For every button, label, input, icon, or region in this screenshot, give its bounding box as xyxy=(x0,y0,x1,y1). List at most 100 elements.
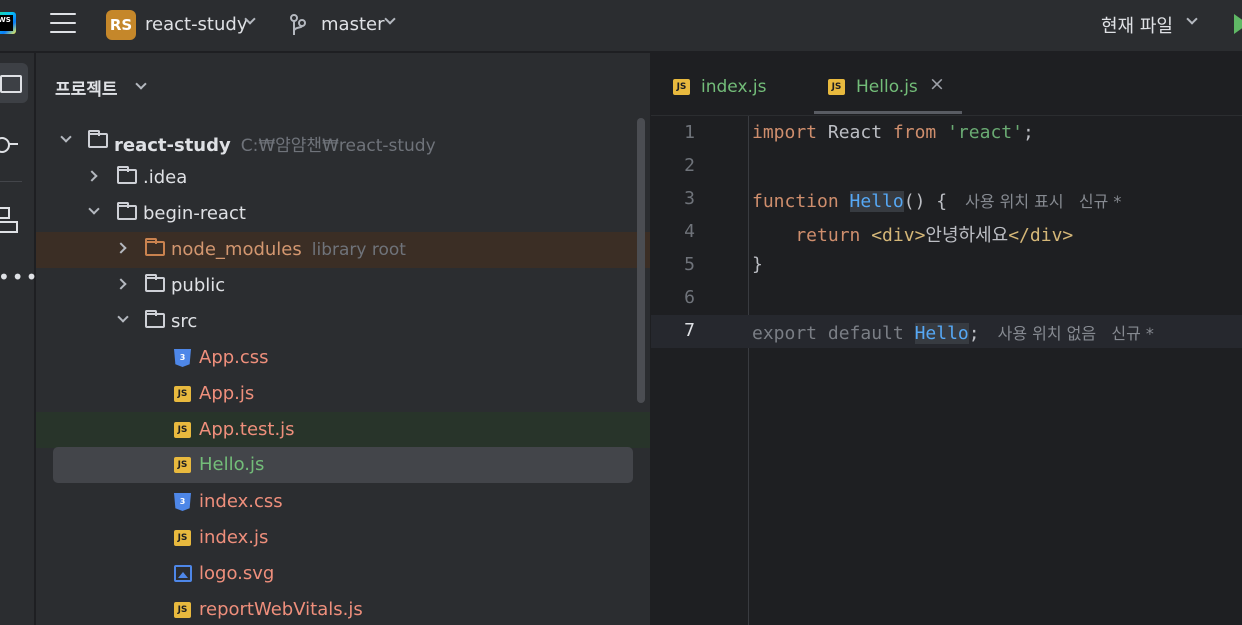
code-line[interactable]: 5 } xyxy=(651,249,1242,282)
code-token: import xyxy=(752,122,818,143)
line-number: 3 xyxy=(684,188,695,209)
structure-tool-icon[interactable] xyxy=(0,203,24,233)
tree-label: begin-react xyxy=(143,203,246,224)
logo-text: WS xyxy=(0,16,11,24)
line-number: 6 xyxy=(684,287,695,308)
code-token: export default xyxy=(752,323,915,344)
tree-label: node_modules xyxy=(171,239,302,260)
tree-row-app-js[interactable]: JS App.js xyxy=(36,376,650,412)
folder-icon xyxy=(145,310,165,328)
tool-window-strip: ••• xyxy=(0,53,37,625)
tree-label: public xyxy=(171,275,226,296)
tree-label: App.css xyxy=(199,347,269,368)
code-line[interactable]: 4 return <div>안녕하세요</div> xyxy=(651,216,1242,249)
code-token: } xyxy=(752,254,763,275)
tree-label: index.js xyxy=(199,527,269,548)
run-config-chevron-down-icon[interactable] xyxy=(1186,13,1198,25)
tree-row-app-test-js[interactable]: JS App.test.js xyxy=(36,412,650,448)
project-name[interactable]: react-study xyxy=(145,14,247,35)
code-line[interactable]: 1 import React from 'react'; xyxy=(651,117,1242,150)
folder-icon xyxy=(117,202,137,220)
js-icon: JS xyxy=(174,457,191,473)
code-token: () { xyxy=(903,191,948,212)
tree-row-logo-svg[interactable]: logo.svg xyxy=(36,556,650,592)
tree-row-idea[interactable]: .idea xyxy=(36,160,650,196)
panel-title[interactable]: 프로젝트 xyxy=(55,75,118,100)
collapse-arrow-icon[interactable] xyxy=(86,170,98,182)
expand-arrow-icon[interactable] xyxy=(117,311,129,323)
run-config-selector[interactable]: 현재 파일 xyxy=(1101,12,1173,38)
commit-tool-icon[interactable] xyxy=(0,131,24,161)
panel-scrollbar[interactable] xyxy=(637,118,645,403)
project-panel: 프로젝트 react-study C:₩얌얌챈₩react-study .idea… xyxy=(36,53,650,625)
line-number: 7 xyxy=(684,320,695,341)
tree-row-app-css[interactable]: 3 App.css xyxy=(36,340,650,376)
active-tab-indicator xyxy=(814,111,962,114)
folder-icon xyxy=(88,130,108,148)
editor-tab-bar: JS index.js JS Hello.js × xyxy=(651,53,1242,116)
image-icon xyxy=(174,565,192,582)
tree-row-index-js[interactable]: JS index.js xyxy=(36,520,650,556)
js-icon: JS xyxy=(828,79,845,95)
tree-label: App.test.js xyxy=(199,419,295,440)
tree-row-src[interactable]: src xyxy=(36,304,650,340)
usages-inlay-hint[interactable]: 사용 위치 표시 신규 * xyxy=(965,192,1121,211)
js-icon: JS xyxy=(174,386,191,402)
project-tool-folder-icon[interactable] xyxy=(0,63,28,103)
main-menu-icon[interactable] xyxy=(50,13,76,35)
project-badge[interactable]: RS xyxy=(106,10,136,40)
tree-row-react-study[interactable]: react-study C:₩얌얌챈₩react-study xyxy=(36,124,650,160)
tree-row-public[interactable]: public xyxy=(36,268,650,304)
js-test-icon: JS xyxy=(174,422,191,438)
folder-icon xyxy=(117,166,137,184)
close-tab-icon[interactable]: × xyxy=(929,73,945,95)
code-line[interactable]: 2 xyxy=(651,150,1242,183)
code-token: Hello xyxy=(849,191,904,212)
tab-label: index.js xyxy=(701,77,767,97)
branch-name[interactable]: master xyxy=(321,14,384,35)
folder-icon xyxy=(145,238,165,256)
code-token: Hello xyxy=(914,323,969,344)
js-icon: JS xyxy=(174,530,191,546)
code-token: <div> xyxy=(871,225,926,246)
more-tools-icon[interactable]: ••• xyxy=(0,265,37,295)
tool-divider xyxy=(0,181,22,182)
collapse-arrow-icon[interactable] xyxy=(115,242,127,254)
code-token: </div> xyxy=(1008,225,1074,246)
branch-chevron-down-icon[interactable] xyxy=(384,13,396,25)
code-token: function xyxy=(752,191,839,212)
tree-label: index.css xyxy=(199,491,283,512)
code-line-current[interactable]: 7 export default Hello; 사용 위치 없음 신규 * xyxy=(651,315,1242,348)
path-hint: C:₩얌얌챈₩react-study xyxy=(240,136,436,156)
code-token: 'react' xyxy=(947,122,1023,143)
code-token: from xyxy=(892,122,937,143)
tree-row-node-modules[interactable]: node_modules library root xyxy=(36,232,650,268)
code-token: return xyxy=(752,225,872,246)
tree-row-index-css[interactable]: 3 index.css xyxy=(36,484,650,520)
run-icon[interactable] xyxy=(1234,14,1242,34)
expand-arrow-icon[interactable] xyxy=(88,203,100,215)
css-icon: 3 xyxy=(174,349,191,367)
code-line[interactable]: 3 function Hello() { 사용 위치 표시 신규 * xyxy=(651,183,1242,216)
code-line[interactable]: 6 xyxy=(651,282,1242,315)
collapse-arrow-icon[interactable] xyxy=(115,278,127,290)
tree-row-hello-js[interactable]: JS Hello.js xyxy=(53,447,633,483)
webstorm-logo-icon[interactable]: WS xyxy=(0,12,16,34)
css-icon: 3 xyxy=(174,493,191,511)
js-icon: JS xyxy=(174,602,191,618)
js-icon: JS xyxy=(673,79,690,95)
code-token: ; xyxy=(1022,122,1034,143)
git-branch-icon[interactable] xyxy=(289,13,307,37)
library-root-hint: library root xyxy=(311,240,406,260)
usages-inlay-hint[interactable]: 사용 위치 없음 신규 * xyxy=(998,324,1154,343)
tree-row-begin-react[interactable]: begin-react xyxy=(36,196,650,232)
folder-icon xyxy=(145,274,165,292)
line-number: 2 xyxy=(684,155,695,176)
code-token: ; xyxy=(968,323,980,344)
tree-label: src xyxy=(171,311,198,332)
panel-title-chevron-down-icon[interactable] xyxy=(135,78,147,90)
tree-label: logo.svg xyxy=(199,563,275,584)
expand-arrow-icon[interactable] xyxy=(60,131,72,143)
line-number: 4 xyxy=(684,221,695,242)
tree-row-report-web-vitals-js[interactable]: JS reportWebVitals.js xyxy=(36,592,650,625)
